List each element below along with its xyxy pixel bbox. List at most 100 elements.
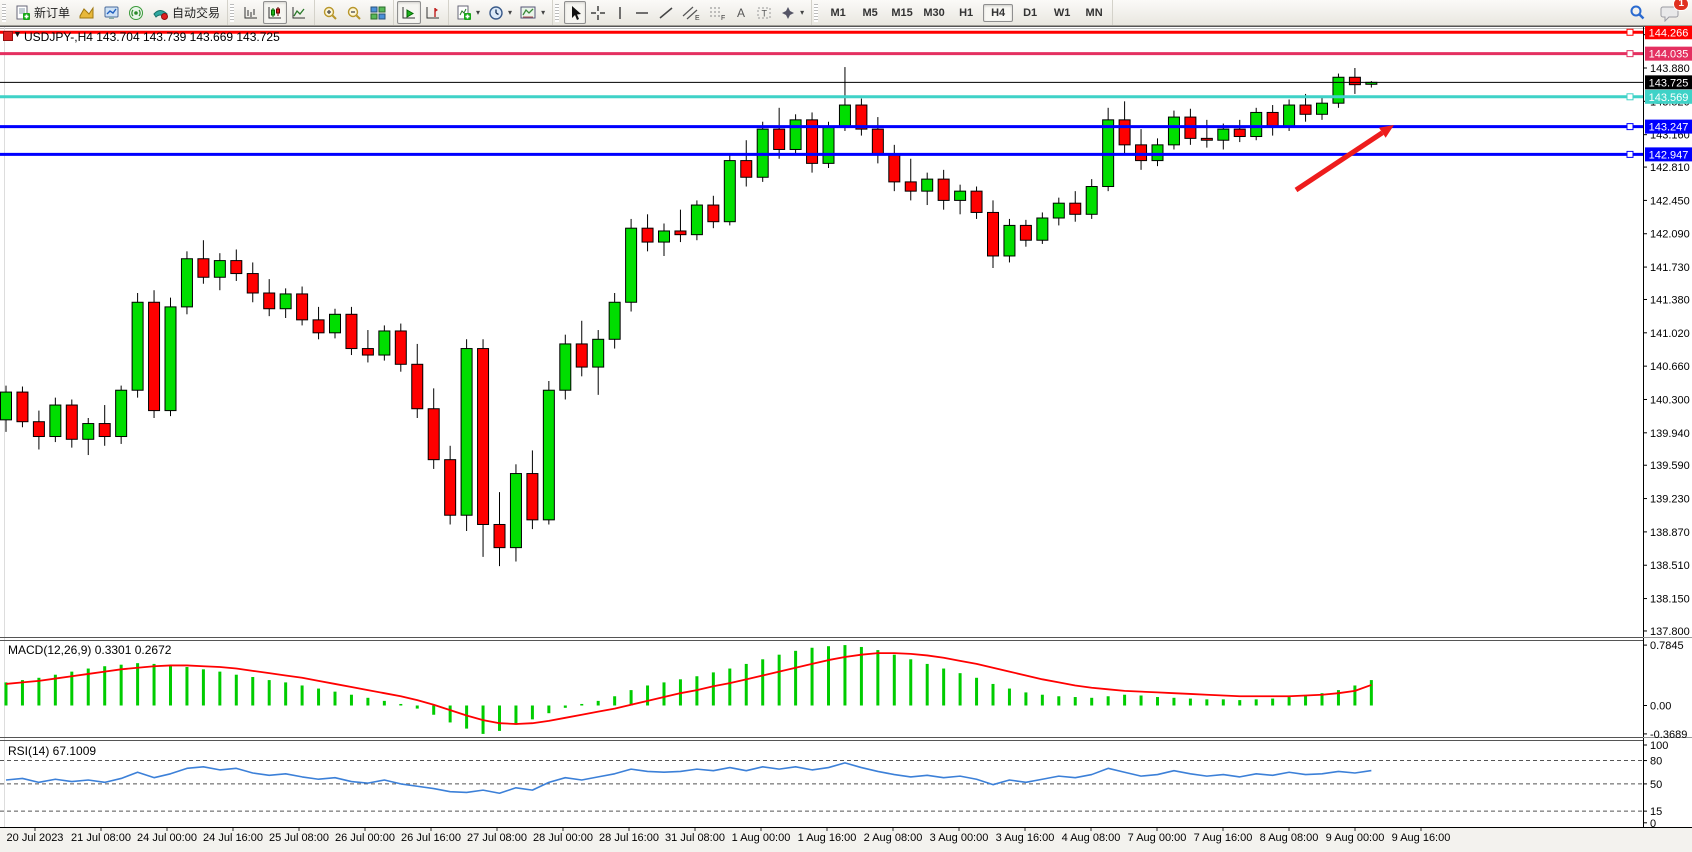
indicators-button[interactable]: ▾ <box>452 1 484 24</box>
candle-down <box>1119 120 1130 145</box>
horizontal-line-button[interactable] <box>630 1 654 24</box>
timeframe-m30-button[interactable]: M30 <box>919 4 949 22</box>
timeframe-w1-button[interactable]: W1 <box>1047 4 1077 22</box>
candle-up <box>543 390 554 520</box>
candle-down <box>889 154 900 182</box>
candle-up <box>790 120 801 150</box>
chart-shift-button[interactable] <box>421 1 445 24</box>
price-chart-canvas[interactable]: 20 Jul 202321 Jul 08:0024 Jul 00:0024 Ju… <box>0 25 1692 852</box>
periods-button[interactable]: ▾ <box>484 1 516 24</box>
periods-clock-icon <box>488 5 504 21</box>
macd-layer <box>6 645 1371 734</box>
label-tool-button[interactable]: T <box>752 1 776 24</box>
candle-down <box>198 259 209 278</box>
svg-text:E: E <box>695 15 700 21</box>
toolbar-grip[interactable] <box>2 4 6 22</box>
vertical-line-button[interactable] <box>610 1 630 24</box>
candle-down <box>395 331 406 364</box>
market-watch-button[interactable] <box>99 1 124 24</box>
zoom-out-button[interactable] <box>342 1 366 24</box>
toolbar-grip[interactable] <box>814 4 818 22</box>
level-line-handle <box>1627 29 1633 35</box>
timeframe-m1-button[interactable]: M1 <box>823 4 853 22</box>
zoom-in-button[interactable] <box>318 1 342 24</box>
new-order-icon <box>15 5 31 21</box>
chart-window-icon[interactable] <box>3 31 13 41</box>
time-axis-label: 28 Jul 00:00 <box>533 832 593 844</box>
candle-up <box>1152 145 1163 161</box>
auto-trading-button[interactable]: 自动交易 <box>148 1 224 24</box>
tile-windows-icon <box>370 5 386 21</box>
candle-down <box>971 191 982 212</box>
label-tool-icon: T <box>756 5 772 21</box>
arrows-tool-button[interactable]: ▾ <box>776 1 808 24</box>
price-level-box-label: 144.035 <box>1649 49 1689 61</box>
macd-axis-label: 0.00 <box>1650 701 1671 713</box>
templates-button[interactable]: ▾ <box>516 1 549 24</box>
candlestick-chart-icon <box>267 5 283 21</box>
candle-up <box>50 405 61 436</box>
timeframe-h4-button[interactable]: H4 <box>983 4 1013 22</box>
time-axis-label: 26 Jul 00:00 <box>335 832 395 844</box>
notification-badge[interactable]: 1 <box>1673 0 1689 11</box>
time-axis-label: 27 Jul 08:00 <box>467 832 527 844</box>
rsi-axis-label: 15 <box>1650 806 1662 818</box>
rsi-axis-label: 50 <box>1650 779 1662 791</box>
arrows-caret-icon: ▾ <box>800 8 804 17</box>
candle-down <box>741 161 752 178</box>
price-axis-label: 140.300 <box>1650 394 1690 406</box>
cursor-button[interactable] <box>564 1 586 24</box>
templates-caret-icon: ▾ <box>541 8 545 17</box>
candle-down <box>1020 225 1031 240</box>
candle-up <box>823 127 834 163</box>
search-button[interactable] <box>1624 1 1650 24</box>
level-line-handle <box>1627 124 1633 130</box>
fibonacci-button[interactable]: F <box>704 1 730 24</box>
auto-scroll-button[interactable] <box>397 1 421 24</box>
chart-frame <box>0 27 1692 829</box>
crosshair-icon <box>590 5 606 21</box>
bar-chart-icon <box>243 5 259 21</box>
toolbar-grip[interactable] <box>230 4 234 22</box>
candle-down <box>774 129 785 149</box>
trendline-button[interactable] <box>654 1 678 24</box>
candle-down <box>428 409 439 460</box>
rsi-line <box>6 763 1371 793</box>
timeframe-mn-button[interactable]: MN <box>1079 4 1109 22</box>
candle-up <box>626 228 637 302</box>
history-center-icon <box>78 5 95 21</box>
history-center-button[interactable] <box>74 1 99 24</box>
price-level-box-label: 143.247 <box>1649 122 1689 134</box>
signals-button[interactable] <box>124 1 148 24</box>
candle-up <box>510 474 521 548</box>
community-chat-button[interactable]: 1 <box>1656 1 1684 24</box>
price-axis-label: 138.150 <box>1650 594 1690 606</box>
candles-layer <box>1 67 1377 566</box>
toolbar-grip[interactable] <box>555 4 559 22</box>
line-chart-button[interactable] <box>287 1 311 24</box>
price-axis-label: 143.880 <box>1650 63 1690 75</box>
time-axis-label: 3 Aug 16:00 <box>996 832 1055 844</box>
rsi-axis-label: 100 <box>1650 740 1668 752</box>
crosshair-button[interactable] <box>586 1 610 24</box>
zoom-in-icon <box>322 5 338 21</box>
text-tool-button[interactable]: A <box>730 1 752 24</box>
zoom-group <box>315 0 394 25</box>
new-order-button[interactable]: 新订单 <box>11 1 74 24</box>
timeframe-m5-button[interactable]: M5 <box>855 4 885 22</box>
tile-windows-button[interactable] <box>366 1 390 24</box>
candlestick-chart-button[interactable] <box>263 1 287 24</box>
price-axis-label: 142.450 <box>1650 195 1690 207</box>
chart-window[interactable]: 20 Jul 202321 Jul 08:0024 Jul 00:0024 Ju… <box>0 25 1692 852</box>
chart-shift-icon <box>425 5 441 21</box>
candle-down <box>313 320 324 333</box>
chart-menu-caret-icon[interactable]: ▼ <box>13 29 22 39</box>
price-axis-label: 141.020 <box>1650 328 1690 340</box>
timeframe-h1-button[interactable]: H1 <box>951 4 981 22</box>
bar-chart-button[interactable] <box>239 1 263 24</box>
level-line-handle <box>1627 94 1633 100</box>
timeframe-m15-button[interactable]: M15 <box>887 4 917 22</box>
candle-up <box>1317 103 1328 114</box>
timeframe-d1-button[interactable]: D1 <box>1015 4 1045 22</box>
equidistant-channel-button[interactable]: E <box>678 1 704 24</box>
